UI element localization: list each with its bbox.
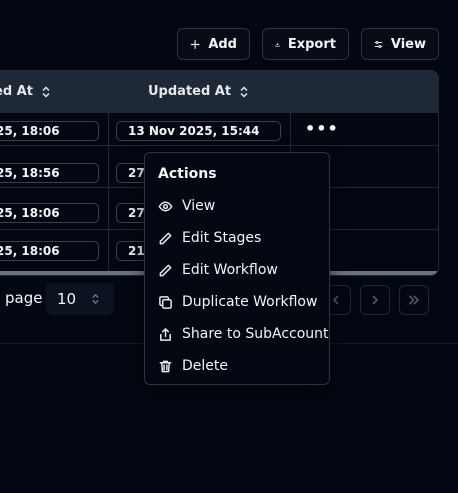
add-button[interactable]: Add <box>177 28 250 60</box>
chevron-updown-icon <box>92 293 99 305</box>
trash-icon <box>159 360 172 372</box>
export-button[interactable]: Export <box>262 28 349 60</box>
view-options-label: View <box>390 36 426 52</box>
eye-icon <box>158 201 173 211</box>
table-row: 25, 18:06 13 Nov 2025, 15:44 <box>0 113 438 146</box>
column-header-updated-at[interactable]: Updated At <box>148 84 249 99</box>
menu-item-label: Edit Stages <box>182 230 262 246</box>
menu-item-label: Delete <box>182 358 228 374</box>
view-options-button[interactable]: View <box>361 28 439 60</box>
menu-item-edit-workflow[interactable]: Edit Workflow <box>158 259 278 281</box>
sort-icon <box>42 85 50 98</box>
menu-item-delete[interactable]: Delete <box>158 355 228 377</box>
chevron-right-icon <box>372 295 378 305</box>
pencil-icon <box>159 232 172 244</box>
pencil-icon <box>159 264 172 276</box>
menu-item-label: Share to SubAccount <box>182 326 329 342</box>
chevrons-right-icon <box>409 295 419 305</box>
column-divider <box>108 113 109 271</box>
actions-menu-title: Actions <box>158 166 217 182</box>
column-header-label: ed At <box>0 84 33 99</box>
next-page-button[interactable] <box>360 285 390 315</box>
column-header-created-at[interactable]: ed At <box>0 84 51 99</box>
actions-menu: Actions View Edit Stages Edit Workflow D… <box>144 152 330 385</box>
table-header: ed At Updated At <box>0 71 438 113</box>
download-icon <box>275 41 280 47</box>
sort-icon <box>240 85 248 98</box>
chevron-left-icon <box>333 295 339 305</box>
row-actions-button[interactable]: ••• <box>305 119 339 138</box>
copy-icon <box>159 295 172 309</box>
page-size-select[interactable]: 10 <box>46 283 114 315</box>
menu-item-label: Duplicate Workflow <box>182 294 318 310</box>
menu-item-label: View <box>182 198 216 214</box>
column-header-label: Updated At <box>148 84 232 99</box>
menu-item-edit-stages[interactable]: Edit Stages <box>158 227 261 249</box>
rows-per-page-label: page <box>5 289 43 307</box>
created-at-cell: 25, 18:06 <box>0 203 99 223</box>
menu-item-label: Edit Workflow <box>182 262 278 278</box>
export-button-label: Export <box>287 36 336 52</box>
created-at-cell: 25, 18:56 <box>0 163 99 183</box>
add-button-label: Add <box>208 36 237 52</box>
sliders-icon <box>374 40 383 48</box>
updated-at-cell: 13 Nov 2025, 15:44 <box>116 121 281 141</box>
plus-icon <box>190 39 200 49</box>
page-size-value: 10 <box>57 290 77 308</box>
menu-item-duplicate-workflow[interactable]: Duplicate Workflow <box>158 291 317 313</box>
share-icon <box>160 327 171 341</box>
created-at-cell: 25, 18:06 <box>0 241 99 261</box>
menu-item-share-to-subaccount[interactable]: Share to SubAccount <box>158 323 329 345</box>
created-at-cell: 25, 18:06 <box>0 121 99 141</box>
last-page-button[interactable] <box>399 285 429 315</box>
menu-item-view[interactable]: View <box>158 195 215 217</box>
